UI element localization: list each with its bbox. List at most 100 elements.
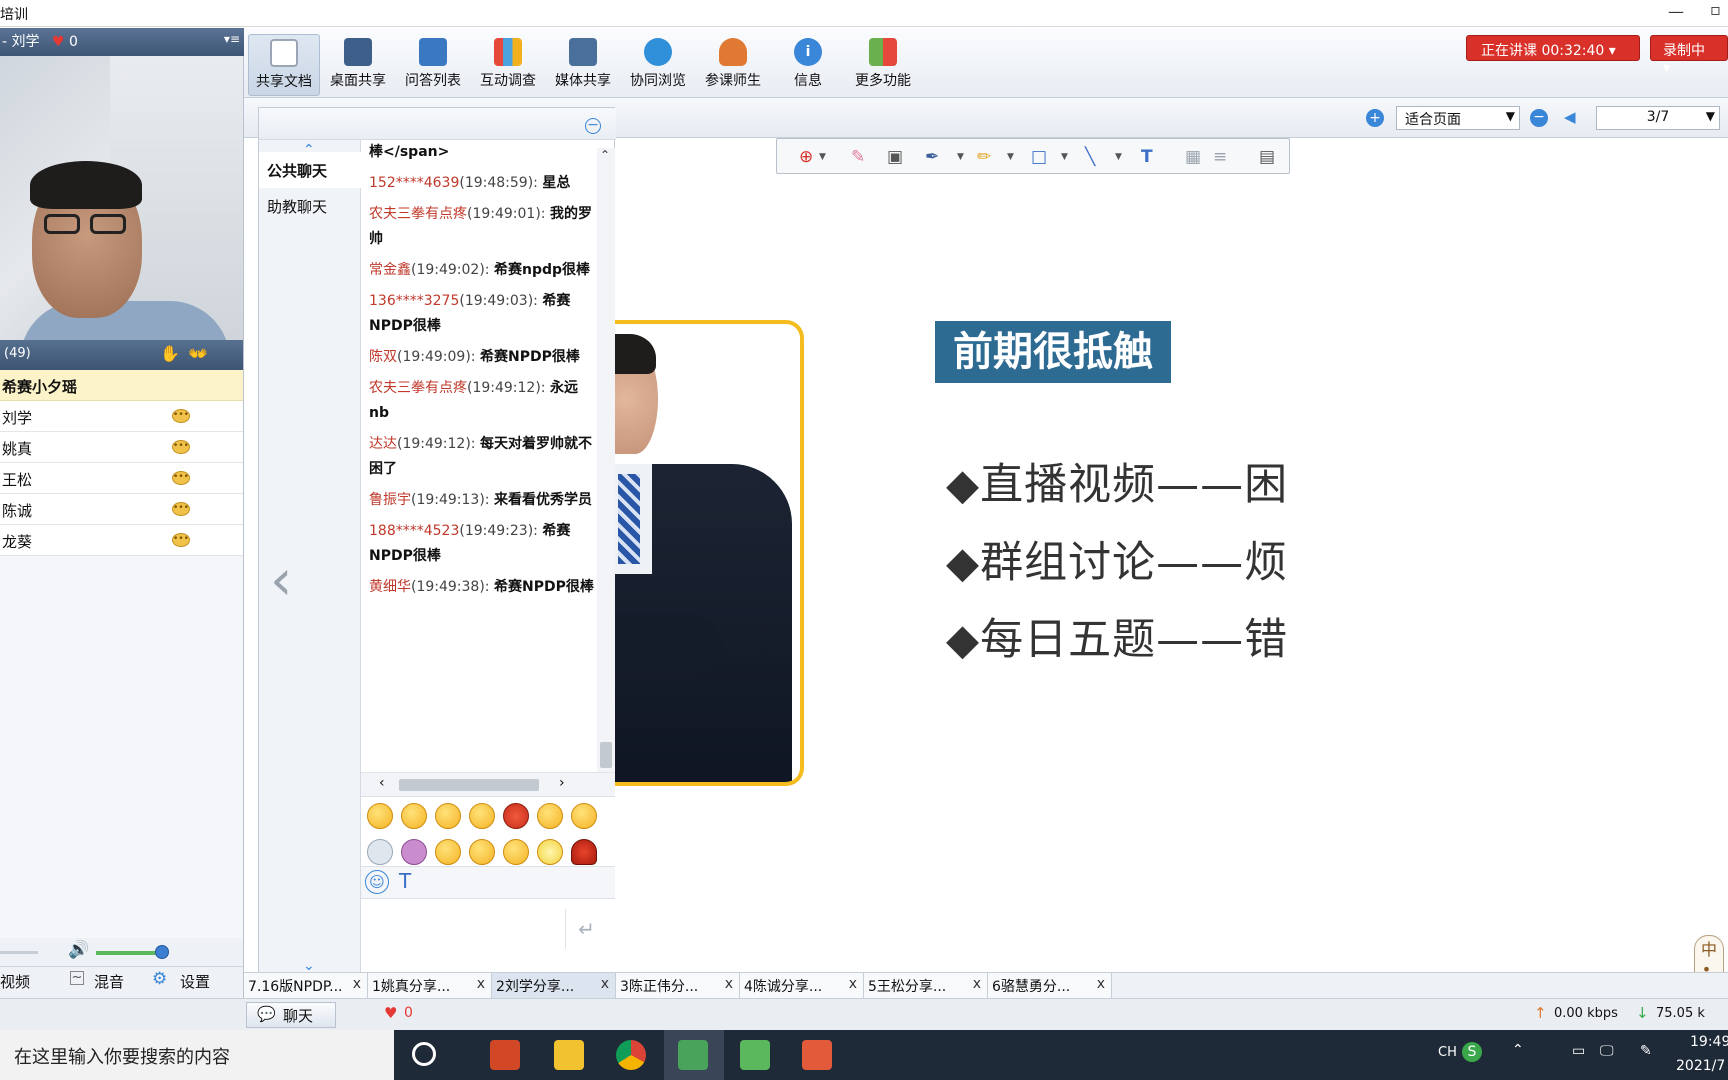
mix-label[interactable]: 混音 (94, 971, 124, 992)
minimize-icon[interactable]: — (1668, 2, 1684, 21)
snail-icon[interactable] (401, 839, 427, 865)
close-icon[interactable]: x (973, 976, 981, 992)
rose-icon[interactable] (571, 839, 597, 865)
victory-hand-icon[interactable] (469, 839, 495, 865)
eraser-icon[interactable]: ✎ (851, 147, 865, 167)
sad-emoji-icon[interactable] (469, 803, 495, 829)
doc-icon[interactable]: ▤ (1259, 147, 1275, 167)
close-icon[interactable]: x (1097, 976, 1105, 992)
page-select[interactable]: 3/7 ▼ (1596, 106, 1720, 130)
record-status-button[interactable]: 录制中 ▾ (1650, 35, 1728, 76)
prev-slide-icon[interactable]: ‹ (270, 548, 292, 613)
clock-date[interactable]: 2021/7 (1676, 1058, 1725, 1074)
collapse-icon[interactable]: − (585, 118, 601, 134)
cortana-icon[interactable] (412, 1042, 436, 1066)
toolbar-desktop-share[interactable]: 桌面共享 (322, 34, 394, 96)
chevron-up-icon[interactable]: ⌃ (1512, 1042, 1524, 1058)
user-row[interactable]: 龙葵 ••• (0, 525, 243, 556)
close-icon[interactable]: x (477, 976, 485, 992)
close-icon[interactable]: x (353, 976, 361, 992)
ime-indicator[interactable]: CH (1438, 1045, 1457, 1060)
volume-slider[interactable] (96, 951, 162, 955)
speaker-icon[interactable]: 🔊 (68, 940, 89, 960)
chat-vertical-scrollbar[interactable]: ⌃ ⌄ (597, 148, 615, 798)
angry-emoji-icon[interactable] (503, 803, 529, 829)
applaud-emoji-icon[interactable] (537, 803, 563, 829)
scroll-left-icon[interactable]: ‹ (379, 775, 385, 791)
emoji-picker-icon[interactable]: ☺ (365, 870, 389, 894)
toolbar-media-share[interactable]: 媒体共享 (547, 34, 619, 96)
toolbar-share-doc[interactable]: 共享文档 (248, 34, 320, 96)
user-row[interactable]: 王松 ••• (0, 463, 243, 494)
close-icon[interactable]: x (725, 976, 733, 992)
chat-bubble-icon[interactable]: ••• (172, 409, 190, 423)
wink-emoji-icon[interactable] (571, 803, 597, 829)
powerpoint-icon[interactable] (490, 1040, 520, 1070)
doc-tab[interactable]: 6骆慧勇分... x (988, 973, 1112, 999)
hands-down-icon[interactable]: 👐 (188, 344, 208, 363)
pen-icon[interactable]: ✒ (925, 147, 939, 167)
send-icon[interactable]: ↵ (565, 909, 607, 949)
shy-emoji-icon[interactable] (401, 803, 427, 829)
doc-tab[interactable]: 4陈诚分享... x (740, 973, 864, 999)
chevron-down-icon[interactable]: ▼ (957, 152, 964, 162)
sogou-icon[interactable]: S (1462, 1042, 1482, 1062)
doc-tab[interactable]: 1姚真分享... x (368, 973, 492, 999)
doc-tab[interactable]: 7.16版NPDP... x (244, 973, 368, 999)
rocket-icon[interactable] (367, 839, 393, 865)
clap-icon[interactable] (503, 839, 529, 865)
toolbar-cobrowse[interactable]: 协同浏览 (622, 34, 694, 96)
selected-user-row[interactable]: 希赛小夕瑶 (0, 370, 243, 401)
user-row[interactable]: 姚真 ••• (0, 432, 243, 463)
chevron-down-icon[interactable]: ▼ (1007, 152, 1014, 162)
rectangle-icon[interactable]: □ (1031, 147, 1047, 167)
live-status-button[interactable]: 正在讲课 00:32:40 ▾ (1466, 35, 1640, 61)
scroll-thumb[interactable] (399, 779, 539, 791)
smile-emoji-icon[interactable] (367, 803, 393, 829)
toolbar-qa-list[interactable]: 问答列表 (397, 34, 469, 96)
pen-icon[interactable]: ✎ (1640, 1043, 1652, 1059)
volume-knob[interactable] (155, 945, 169, 959)
text-format-icon[interactable]: T (399, 869, 411, 893)
line-icon[interactable]: ╲ (1085, 147, 1095, 167)
doc-tab[interactable]: 5王松分享... x (864, 973, 988, 999)
settings-gear-icon[interactable]: ⚙ (152, 969, 167, 989)
toolbar-info[interactable]: i 信息 (772, 34, 844, 96)
doc-tab[interactable]: 3陈正伟分... x (616, 973, 740, 999)
pointer-icon[interactable]: ⊕ (799, 147, 813, 167)
battery-icon[interactable]: ▭ (1572, 1043, 1585, 1059)
highlighter-icon[interactable]: ✏ (977, 147, 991, 167)
toolbar-survey[interactable]: 互动调查 (472, 34, 544, 96)
prev-page-icon[interactable]: ◀ (1564, 108, 1576, 126)
text-tool-icon[interactable]: T (1141, 147, 1153, 167)
lightbulb-icon[interactable] (537, 839, 563, 865)
zoom-select[interactable]: 适合页面 ▼ (1396, 106, 1520, 130)
chevron-down-icon[interactable]: ▼ (819, 152, 826, 162)
user-row[interactable]: 刘学 ••• (0, 401, 243, 432)
chat-button[interactable]: 💬 聊天 (246, 1002, 336, 1028)
toolbar-participants[interactable]: 参课师生 (697, 34, 769, 96)
close-icon[interactable]: x (849, 976, 857, 992)
chat-bubble-icon[interactable]: ••• (172, 533, 190, 547)
close-icon[interactable]: x (601, 976, 609, 992)
video-label[interactable]: 视频 (0, 971, 30, 992)
meeting-app-icon[interactable] (678, 1040, 708, 1070)
file-explorer-icon[interactable] (554, 1040, 584, 1070)
network-icon[interactable]: 🖵 (1600, 1043, 1614, 1059)
toolbar-more[interactable]: 更多功能 (847, 34, 919, 96)
zoom-out-icon[interactable]: − (1530, 109, 1548, 127)
settings-label[interactable]: 设置 (180, 971, 210, 992)
menu-icon[interactable]: ▾≡ (224, 32, 240, 46)
clock-time[interactable]: 19:49 (1690, 1034, 1728, 1050)
chevron-down-icon[interactable]: ▼ (1115, 152, 1122, 162)
grin-emoji-icon[interactable] (435, 803, 461, 829)
chat-bubble-icon[interactable]: ••• (172, 502, 190, 516)
scroll-up-icon[interactable]: ⌃ (600, 148, 610, 162)
scroll-right-icon[interactable]: › (559, 775, 565, 791)
doc-tab-active[interactable]: 2刘学分享... x (492, 973, 616, 999)
chrome-icon[interactable] (616, 1040, 646, 1070)
tab-assistant-chat[interactable]: 助教聊天 (259, 188, 361, 224)
taskbar-search[interactable]: 在这里输入你要搜索的内容 (0, 1030, 394, 1080)
user-row[interactable]: 陈诚 ••• (0, 494, 243, 525)
chat-bubble-icon[interactable]: ••• (172, 471, 190, 485)
